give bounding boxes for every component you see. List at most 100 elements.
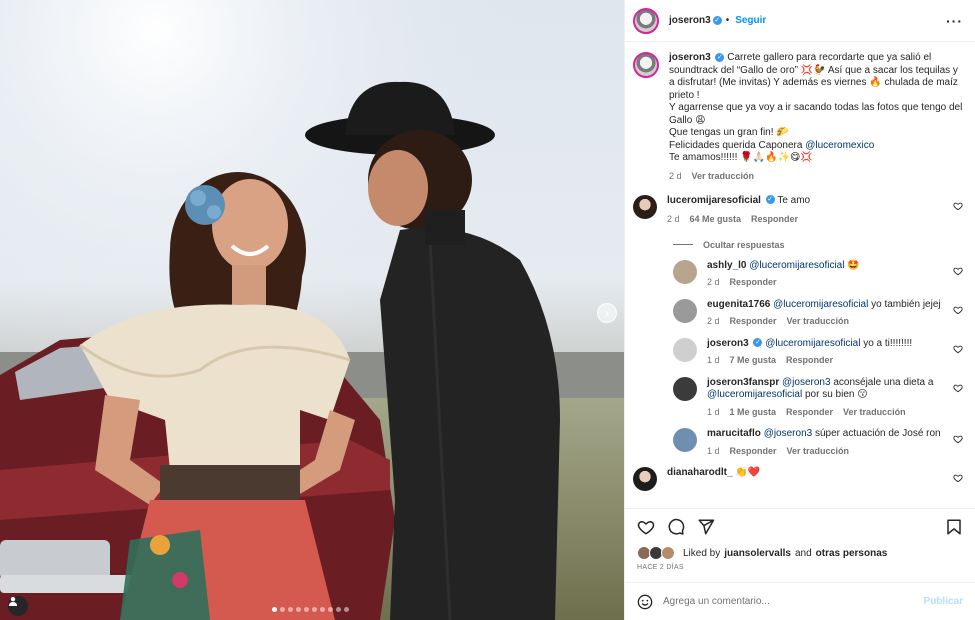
comment-text: por su bien 😗 bbox=[804, 389, 868, 400]
like-heart-icon[interactable] bbox=[637, 518, 655, 536]
emoji-icon[interactable] bbox=[637, 594, 653, 610]
reply-button[interactable]: Responder bbox=[730, 276, 777, 289]
mention-link[interactable]: @joseron3 bbox=[764, 428, 813, 439]
tagged-users-button[interactable] bbox=[8, 596, 28, 616]
liker-username[interactable]: juansolervalls bbox=[724, 548, 791, 559]
likes-count[interactable]: 1 Me gusta bbox=[730, 406, 777, 419]
likes-suffix: and bbox=[794, 547, 812, 559]
more-options-icon[interactable]: ··· bbox=[946, 13, 963, 29]
heart-icon[interactable] bbox=[953, 201, 963, 211]
action-bar bbox=[625, 508, 975, 544]
heart-icon[interactable] bbox=[953, 305, 963, 315]
post-side-panel: joseron3 ✓ • Seguir ··· joseron3 ✓ Carre… bbox=[624, 0, 975, 620]
reply-button[interactable]: Responder bbox=[751, 213, 798, 226]
timestamp[interactable]: 2 d bbox=[667, 213, 680, 226]
mention-link[interactable]: @luceromijaresoficial bbox=[749, 260, 844, 271]
translate-link[interactable]: Ver traducción bbox=[843, 406, 906, 419]
likes-prefix: Liked by bbox=[683, 547, 721, 559]
reply-button[interactable]: Responder bbox=[730, 445, 777, 458]
next-photo-button[interactable]: › bbox=[597, 303, 617, 323]
timestamp[interactable]: 2 d bbox=[707, 276, 720, 289]
hide-replies-button[interactable]: Ocultar respuestas bbox=[673, 240, 963, 250]
translate-link[interactable]: Ver traducción bbox=[787, 315, 850, 328]
caption-line-3: Que tengas un gran fin! 🌮 bbox=[669, 127, 789, 138]
hide-replies-label: Ocultar respuestas bbox=[703, 239, 785, 250]
comment-meta: 2 d Responder Ver traducción bbox=[707, 315, 963, 328]
avatar[interactable] bbox=[673, 259, 697, 284]
posted-ago: HACE 2 DÍAS bbox=[637, 564, 684, 571]
reply-button[interactable]: Responder bbox=[786, 406, 833, 419]
heart-icon[interactable] bbox=[953, 434, 963, 444]
mention-link[interactable]: @luceromijaresoficial bbox=[773, 299, 868, 310]
caption-username[interactable]: joseron3 bbox=[669, 52, 711, 63]
comment-username[interactable]: eugenita1766 bbox=[707, 299, 770, 310]
avatar[interactable] bbox=[633, 7, 659, 34]
timestamp[interactable]: 1 d bbox=[707, 445, 720, 458]
heart-icon[interactable] bbox=[953, 266, 963, 276]
publish-button[interactable]: Publicar bbox=[924, 596, 963, 607]
separator-dot: • bbox=[725, 15, 730, 26]
translate-link[interactable]: Ver traducción bbox=[787, 445, 850, 458]
comment: dianaharodlt_ 👏❤️ bbox=[633, 467, 963, 491]
caption-line-4: Felicidades querida Caponera bbox=[669, 139, 803, 151]
carousel-dot bbox=[312, 607, 317, 612]
timestamp[interactable]: 2 d bbox=[707, 315, 720, 328]
comment-text: 🤩 bbox=[847, 259, 860, 271]
likes-summary[interactable]: Liked by juansolervalls and otras person… bbox=[625, 544, 975, 562]
share-icon[interactable] bbox=[697, 518, 715, 536]
user-icon bbox=[9, 597, 17, 606]
caption-line-2: Y agarrense que ya voy a ir sacando toda… bbox=[669, 102, 963, 126]
comment-username[interactable]: ashly_l0 bbox=[707, 260, 746, 271]
carousel-dot bbox=[272, 607, 277, 612]
mention-link[interactable]: @luceromexico bbox=[805, 140, 874, 151]
likes-others[interactable]: otras personas bbox=[816, 548, 888, 559]
mention-link[interactable]: @joseron3 bbox=[782, 377, 831, 388]
mention-link[interactable]: @luceromijaresoficial bbox=[707, 389, 802, 400]
avatar[interactable] bbox=[673, 376, 697, 401]
heart-icon[interactable] bbox=[953, 383, 963, 393]
follow-button[interactable]: Seguir bbox=[735, 15, 766, 26]
avatar[interactable] bbox=[633, 467, 657, 491]
likes-count[interactable]: 7 Me gusta bbox=[730, 354, 777, 367]
comment-meta: 2 d 64 Me gusta Responder bbox=[667, 213, 963, 226]
timestamp[interactable]: 1 d bbox=[707, 354, 720, 367]
reply-button[interactable]: Responder bbox=[786, 354, 833, 367]
heart-icon[interactable] bbox=[953, 344, 963, 354]
comment-username[interactable]: dianaharodlt_ bbox=[667, 467, 733, 478]
mention-link[interactable]: @luceromijaresoficial bbox=[765, 338, 860, 349]
comment-icon[interactable] bbox=[667, 518, 685, 536]
avatar[interactable] bbox=[633, 52, 659, 78]
comment-meta: 1 d 7 Me gusta Responder bbox=[707, 354, 963, 367]
comment-username[interactable]: joseron3 bbox=[707, 338, 749, 349]
comment-username[interactable]: luceromijaresoficial bbox=[667, 195, 761, 206]
carousel-dot bbox=[328, 607, 333, 612]
comment-input[interactable] bbox=[663, 596, 914, 607]
post-photo[interactable]: › bbox=[0, 0, 624, 620]
avatar[interactable] bbox=[633, 194, 657, 219]
heart-icon[interactable] bbox=[953, 473, 963, 483]
translate-link[interactable]: Ver traducción bbox=[692, 171, 755, 181]
carousel-dot bbox=[344, 607, 349, 612]
caption-line-5: Te amamos!!!!!! 🌹🙏🏻🔥✨😋💢 bbox=[669, 152, 813, 163]
comment-username[interactable]: joseron3fanspr bbox=[707, 377, 779, 388]
reply-button[interactable]: Responder bbox=[730, 315, 777, 328]
avatar[interactable] bbox=[673, 298, 697, 323]
comment-username[interactable]: marucitaflo bbox=[707, 428, 761, 439]
comment-composer: Publicar bbox=[625, 582, 975, 620]
comments-scroll-area[interactable]: joseron3 ✓ Carrete gallero para recordar… bbox=[625, 42, 975, 508]
avatar[interactable] bbox=[673, 337, 697, 362]
timestamp[interactable]: 1 d bbox=[707, 406, 720, 419]
comment: luceromijaresoficial ✓ Te amo 2 d 64 Me … bbox=[633, 194, 963, 226]
caption-line-1: Carrete gallero para recordarte que ya s… bbox=[669, 52, 958, 101]
verified-badge-icon: ✓ bbox=[753, 338, 763, 348]
header-username[interactable]: joseron3 bbox=[669, 15, 711, 26]
carousel-dot bbox=[320, 607, 325, 612]
comment-text: súper actuación de José ron bbox=[814, 428, 941, 439]
chevron-right-icon: › bbox=[605, 306, 609, 320]
post-header: joseron3 ✓ • Seguir ··· bbox=[625, 0, 975, 42]
timestamp[interactable]: 2 d bbox=[669, 171, 682, 181]
bookmark-icon[interactable] bbox=[945, 518, 963, 536]
likes-count[interactable]: 64 Me gusta bbox=[690, 213, 742, 226]
comment-text: Te amo bbox=[777, 194, 811, 206]
avatar[interactable] bbox=[673, 428, 697, 452]
